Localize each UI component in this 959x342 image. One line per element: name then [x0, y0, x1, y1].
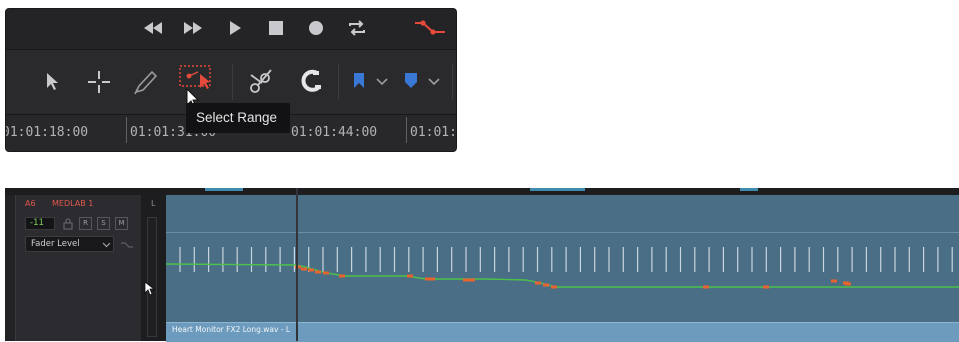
- playhead[interactable]: [296, 188, 298, 341]
- track-id: A6: [25, 199, 36, 208]
- automation-mode-select[interactable]: Fader Level: [25, 236, 114, 252]
- select-range-tool-icon[interactable]: [178, 64, 214, 90]
- automation-keyframe[interactable]: [703, 285, 709, 289]
- chevron-down-icon: [102, 242, 111, 248]
- automation-keyframe[interactable]: [543, 283, 549, 287]
- ruler-tick: [406, 117, 407, 143]
- timeline-marker[interactable]: [530, 188, 585, 191]
- snap-magnet-icon[interactable]: [299, 68, 325, 94]
- automation-keyframe[interactable]: [845, 282, 851, 286]
- loop-icon[interactable]: [346, 18, 368, 38]
- automation-keyframe[interactable]: [339, 274, 345, 278]
- play-icon[interactable]: [227, 20, 243, 36]
- ruler-timecode: 01:01:18:00: [5, 125, 89, 140]
- timeline-marker[interactable]: [740, 188, 758, 191]
- lock-icon[interactable]: [62, 218, 74, 230]
- pointer-tool-icon[interactable]: [44, 72, 60, 92]
- clip-name: Heart Monitor FX2 Long.wav - L: [172, 325, 291, 334]
- range-tool-icon[interactable]: [87, 70, 111, 94]
- tooltip: Select Range: [186, 103, 290, 133]
- automation-keyframe[interactable]: [535, 281, 541, 285]
- marker-flag-icon[interactable]: [352, 72, 366, 90]
- ruler-timecode: 01:01:5: [410, 125, 457, 140]
- automation-keyframe[interactable]: [308, 268, 314, 272]
- automation-keyframe[interactable]: [301, 267, 307, 271]
- mouse-cursor-icon: [144, 281, 156, 296]
- timeline-marker[interactable]: [205, 188, 243, 191]
- ruler-tick: [126, 117, 127, 143]
- toolbar-separator: [452, 64, 453, 100]
- fast-rewind-icon[interactable]: [142, 20, 164, 36]
- clip-waveform: [166, 247, 959, 289]
- automation-keyframe[interactable]: [469, 278, 475, 282]
- automation-keyframe[interactable]: [831, 279, 837, 283]
- mute-button[interactable]: M: [115, 217, 128, 230]
- channel-label: L: [151, 199, 156, 208]
- audio-meter: [147, 217, 157, 337]
- solo-button[interactable]: S: [97, 217, 110, 230]
- automation-line[interactable]: [166, 263, 959, 288]
- toolbar-separator: [338, 64, 339, 100]
- stop-icon[interactable]: [269, 21, 283, 35]
- automation-curve-icon[interactable]: [120, 240, 134, 250]
- automation-keyframe[interactable]: [429, 277, 435, 281]
- automation-keyframe[interactable]: [407, 274, 413, 278]
- track-name[interactable]: MEDLAB 1: [52, 199, 93, 208]
- chevron-down-icon[interactable]: [428, 78, 440, 86]
- track-color-strip: [5, 195, 16, 341]
- automation-keyframe[interactable]: [463, 278, 469, 282]
- automation-keyframe[interactable]: [315, 270, 321, 274]
- tooltip-text: Select Range: [196, 110, 278, 125]
- razor-tool-icon[interactable]: [247, 66, 275, 96]
- pencil-tool-icon[interactable]: [133, 68, 159, 96]
- automation-keyframe[interactable]: [763, 285, 769, 289]
- fast-forward-icon[interactable]: [182, 20, 204, 36]
- chevron-down-icon[interactable]: [376, 78, 388, 86]
- transport-controls: [6, 9, 456, 50]
- toolbar-separator: [232, 64, 233, 100]
- record-arm-button[interactable]: R: [79, 217, 92, 230]
- flag-icon[interactable]: [404, 72, 418, 90]
- automation-keyframe[interactable]: [323, 271, 329, 275]
- automation-keyframe[interactable]: [551, 285, 557, 289]
- automation-curve-icon[interactable]: [413, 17, 447, 39]
- track-volume-field[interactable]: -11: [25, 217, 55, 230]
- automation-mode-value: Fader Level: [31, 239, 80, 249]
- record-icon[interactable]: [308, 20, 324, 36]
- track-volume-value: -11: [30, 218, 44, 228]
- ruler-timecode: 01:01:44:00: [291, 125, 378, 140]
